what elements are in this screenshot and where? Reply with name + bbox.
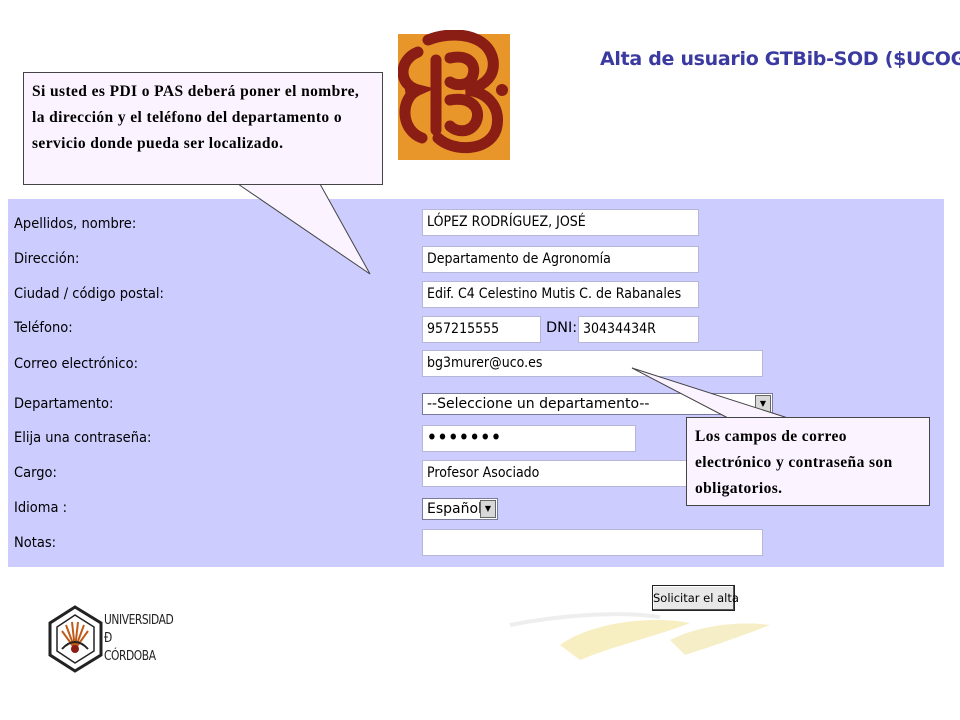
university-line: Ð [104, 631, 112, 646]
callout-pdi-pas: Si usted es PDI o PAS deberá poner el no… [23, 72, 383, 185]
university-name: UNIVERSIDAD Ð CÓRDOBA [104, 612, 174, 666]
university-line: CÓRDOBA [104, 649, 156, 664]
university-cordoba-logo [48, 605, 103, 673]
university-line: UNIVERSIDAD [104, 613, 174, 628]
callout-required-fields: Los campos de correo electrónico y contr… [686, 417, 930, 506]
decorative-brush-strokes [509, 612, 770, 660]
